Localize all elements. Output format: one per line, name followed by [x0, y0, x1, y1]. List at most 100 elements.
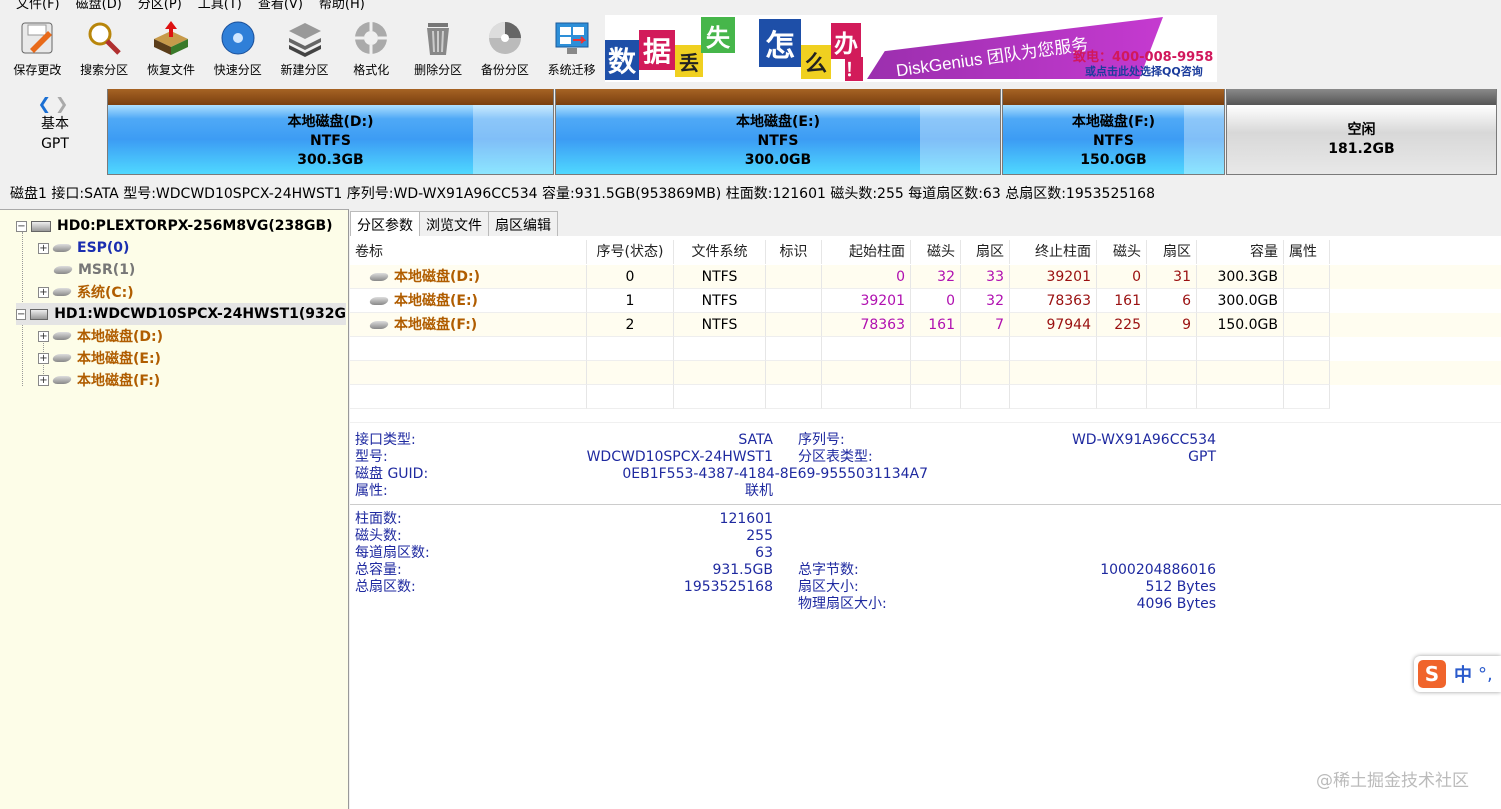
row-attributes [1284, 265, 1330, 289]
collapse-icon[interactable]: − [16, 220, 27, 232]
free-space-block[interactable]: 空闲 181.2GB [1226, 89, 1497, 175]
col-end-head[interactable]: 磁头 [1097, 240, 1147, 264]
advertisement-banner[interactable]: 数 据 丢 失 怎 么 办 ！ DiskGenius 团队为您服务 致电：400… [605, 15, 1217, 82]
new-partition-button[interactable]: 新建分区 [271, 14, 338, 82]
tab-sector-edit[interactable]: 扇区编辑 [488, 211, 558, 236]
tree-disk-hd0[interactable]: − HD0:PLEXTORPX-256M8VG(238GB) [16, 215, 333, 237]
banner-qq-link[interactable]: 或点击此处选择QQ咨询 [1085, 63, 1203, 79]
row-volume: 本地磁盘(F:) [394, 317, 478, 333]
format-button[interactable]: 格式化 [338, 14, 405, 82]
col-attributes[interactable]: 属性 [1284, 240, 1330, 264]
recover-files-button[interactable]: 恢复文件 [138, 14, 205, 82]
expand-icon[interactable]: + [38, 330, 49, 342]
search-partition-label: 搜索分区 [80, 63, 129, 77]
row-flag [766, 313, 822, 337]
expand-icon[interactable]: + [38, 352, 49, 364]
sogou-logo-icon[interactable]: S [1418, 660, 1446, 688]
new-partition-icon [286, 19, 324, 57]
physical-sector-size-value: 4096 Bytes [1136, 596, 1216, 612]
tree-partition-e[interactable]: + 本地磁盘(E:) [38, 347, 161, 369]
table-row[interactable]: 本地磁盘(D:) 0 NTFS 0 32 33 39201 0 31 300.3… [350, 265, 1501, 289]
tree-partition-f[interactable]: + 本地磁盘(F:) [38, 369, 160, 391]
row-start-head: 32 [911, 265, 961, 289]
partition-table: 卷标 序号(状态) 文件系统 标识 起始柱面 磁头 扇区 终止柱面 磁头 扇区 … [350, 236, 1501, 422]
ime-toolbar[interactable]: S 中 °, [1414, 656, 1501, 692]
col-filesystem[interactable]: 文件系统 [674, 240, 766, 264]
row-attributes [1284, 289, 1330, 313]
partition-block-f[interactable]: 本地磁盘(F:) NTFS 150.0GB [1002, 89, 1225, 175]
banner-tile-1: 数 [605, 40, 639, 80]
ime-mode-toggle[interactable]: 中 [1454, 661, 1472, 687]
tree-partition-esp[interactable]: + ESP(0) [38, 237, 129, 259]
disk-tree: − HD0:PLEXTORPX-256M8VG(238GB) + ESP(0) … [0, 209, 349, 809]
menu-file[interactable]: 文件(F) [8, 0, 68, 13]
tree-disk-hd1[interactable]: − HD1:WDCWD10SPCX-24HWST1(932G [16, 303, 346, 325]
table-row[interactable]: 本地磁盘(F:) 2 NTFS 78363 161 7 97944 225 9 … [350, 313, 1501, 337]
tree-partition-c[interactable]: + 系统(C:) [38, 281, 134, 303]
col-start-cyl[interactable]: 起始柱面 [822, 240, 911, 264]
menu-view[interactable]: 查看(V) [250, 0, 311, 13]
tree-partition-c-label: 系统(C:) [77, 285, 134, 301]
quick-partition-button[interactable]: 快速分区 [204, 14, 271, 82]
expand-icon[interactable]: + [38, 374, 49, 386]
heads-value: 255 [746, 528, 773, 544]
tree-partition-d[interactable]: + 本地磁盘(D:) [38, 325, 163, 347]
ime-punctuation-toggle[interactable]: °, [1478, 664, 1493, 685]
partition-icon [51, 244, 73, 252]
expand-icon[interactable]: + [38, 286, 49, 298]
interface-value: SATA [738, 432, 773, 448]
col-index[interactable]: 序号(状态) [587, 240, 674, 264]
row-index: 2 [587, 313, 674, 337]
collapse-icon[interactable]: − [16, 308, 27, 320]
row-capacity: 300.3GB [1197, 265, 1284, 289]
tab-partition-params[interactable]: 分区参数 [350, 211, 420, 236]
partition-block-e[interactable]: 本地磁盘(E:) NTFS 300.0GB [555, 89, 1001, 175]
save-changes-button[interactable]: 保存更改 [4, 14, 71, 82]
system-migrate-button[interactable]: 系统迁移 [538, 14, 605, 82]
col-volume[interactable]: 卷标 [350, 240, 587, 264]
model-value: WDCWD10SPCX-24HWST1 [586, 449, 773, 465]
search-icon [85, 19, 123, 57]
expand-icon[interactable]: + [38, 242, 49, 254]
delete-partition-button[interactable]: 删除分区 [405, 14, 472, 82]
partition-icon [368, 273, 390, 281]
menu-tools[interactable]: 工具(T) [190, 0, 250, 13]
next-disk-icon[interactable]: ❯ [55, 94, 72, 113]
disk-map: ❮❯ 基本 GPT 本地磁盘(D:) NTFS 300.3GB 本地磁盘(E:)… [0, 86, 1501, 178]
tree-partition-msr[interactable]: MSR(1) [52, 259, 135, 281]
table-header: 卷标 序号(状态) 文件系统 标识 起始柱面 磁头 扇区 终止柱面 磁头 扇区 … [350, 240, 1501, 264]
free-space-size: 181.2GB [1328, 141, 1395, 157]
row-volume: 本地磁盘(D:) [394, 269, 481, 285]
col-flag[interactable]: 标识 [766, 240, 822, 264]
col-start-head[interactable]: 磁头 [911, 240, 961, 264]
banner-tile-7: 办 [831, 23, 861, 59]
col-end-cyl[interactable]: 终止柱面 [1010, 240, 1097, 264]
backup-partition-button[interactable]: 备份分区 [471, 14, 538, 82]
row-flag [766, 265, 822, 289]
row-start-cyl: 0 [822, 265, 911, 289]
menu-partition[interactable]: 分区(P) [130, 0, 190, 13]
hard-disk-icon [31, 220, 51, 232]
quick-partition-icon [219, 19, 257, 57]
prev-disk-icon[interactable]: ❮ [38, 94, 55, 113]
attribute-value: 联机 [745, 483, 773, 499]
disk-type-label: 基本 [41, 116, 69, 132]
col-capacity[interactable]: 容量 [1197, 240, 1284, 264]
row-capacity: 300.0GB [1197, 289, 1284, 313]
banner-tile-8: ！ [845, 57, 863, 81]
row-end-head: 0 [1097, 265, 1147, 289]
row-start-cyl: 78363 [822, 313, 911, 337]
table-row[interactable]: 本地磁盘(E:) 1 NTFS 39201 0 32 78363 161 6 3… [350, 289, 1501, 313]
sector-size-label: 扇区大小: [798, 579, 859, 595]
tab-browse-files[interactable]: 浏览文件 [419, 211, 489, 236]
menu-disk[interactable]: 磁盘(D) [68, 0, 130, 13]
col-end-sector[interactable]: 扇区 [1147, 240, 1197, 264]
partition-icon [52, 266, 74, 274]
save-changes-label: 保存更改 [13, 63, 62, 77]
partition-block-d[interactable]: 本地磁盘(D:) NTFS 300.3GB [107, 89, 554, 175]
menu-help[interactable]: 帮助(H) [311, 0, 373, 13]
col-start-sector[interactable]: 扇区 [961, 240, 1010, 264]
search-partition-button[interactable]: 搜索分区 [71, 14, 138, 82]
cylinders-label: 柱面数: [355, 511, 402, 527]
total-capacity-value: 931.5GB [712, 562, 773, 578]
